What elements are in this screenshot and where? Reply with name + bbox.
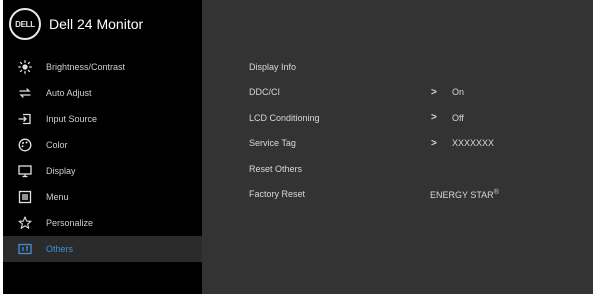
lcd-conditioning-value: Off	[452, 112, 464, 123]
ddc-ci-value: On	[452, 87, 465, 98]
chevron-right-icon: >	[431, 137, 437, 149]
lcd-conditioning-row[interactable]: LCD Conditioning > Off	[202, 105, 593, 131]
sidebar-menu: Brightness/Contrast Auto Adjust Input So…	[3, 54, 202, 262]
sidebar-item-label: Color	[46, 140, 68, 150]
monitor-osd: DELL Dell 24 Monitor Brightness/Contrast	[3, 0, 593, 294]
service-tag-row[interactable]: Service Tag > XXXXXXX	[202, 131, 593, 157]
sidebar-item-auto-adjust[interactable]: Auto Adjust	[3, 80, 202, 106]
energy-star-label: ENERGY STAR	[430, 189, 494, 200]
sidebar-item-personalize[interactable]: Personalize	[3, 210, 202, 236]
sidebar: DELL Dell 24 Monitor Brightness/Contrast	[3, 0, 202, 294]
sidebar-item-label: Input Source	[46, 114, 98, 124]
chevron-right-icon: >	[431, 86, 437, 98]
registered-mark: ®	[493, 188, 499, 196]
sidebar-item-display[interactable]: Display	[3, 158, 202, 184]
ddc-ci-row[interactable]: DDC/CI > On	[202, 80, 593, 106]
lcd-conditioning-label: LCD Conditioning	[249, 112, 320, 123]
others-panel: Display Info DDC/CI > On LCD Conditionin…	[202, 54, 593, 207]
sidebar-item-label: Personalize	[46, 218, 94, 228]
sidebar-item-label: Display	[46, 166, 76, 176]
sidebar-item-label: Brightness/Contrast	[46, 62, 126, 72]
monitor-title: Dell 24 Monitor	[49, 16, 144, 32]
auto-adjust-icon	[17, 85, 33, 101]
factory-reset-label: Factory Reset	[249, 189, 306, 200]
service-tag-value: XXXXXXX	[452, 138, 495, 149]
sidebar-item-brightness-contrast[interactable]: Brightness/Contrast	[3, 54, 202, 80]
sidebar-item-others[interactable]: Others	[3, 236, 202, 262]
input-source-icon	[17, 111, 33, 127]
menu-icon	[17, 189, 33, 205]
reset-others-label: Reset Others	[249, 163, 303, 174]
color-palette-icon	[17, 137, 33, 153]
sidebar-item-label: Menu	[46, 192, 69, 202]
others-icon	[17, 241, 33, 257]
brightness-icon	[17, 59, 33, 75]
sidebar-item-label: Others	[46, 244, 74, 254]
reset-others-row[interactable]: Reset Others	[202, 156, 593, 182]
sidebar-item-input-source[interactable]: Input Source	[3, 106, 202, 132]
service-tag-label: Service Tag	[249, 138, 296, 149]
display-icon	[17, 163, 33, 179]
ddc-ci-label: DDC/CI	[249, 87, 280, 98]
chevron-right-icon: >	[431, 112, 437, 124]
display-info-row[interactable]: Display Info	[202, 54, 593, 80]
display-info-label: Display Info	[249, 61, 297, 72]
energy-star-text: ENERGY STAR®	[430, 189, 499, 200]
osd-header: DELL Dell 24 Monitor	[3, 0, 202, 48]
star-icon	[17, 215, 33, 231]
factory-reset-row[interactable]: Factory Reset ENERGY STAR®	[202, 182, 593, 208]
dell-logo: DELL	[9, 8, 41, 40]
sidebar-item-color[interactable]: Color	[3, 132, 202, 158]
sidebar-item-menu[interactable]: Menu	[3, 184, 202, 210]
sidebar-item-label: Auto Adjust	[46, 88, 92, 98]
